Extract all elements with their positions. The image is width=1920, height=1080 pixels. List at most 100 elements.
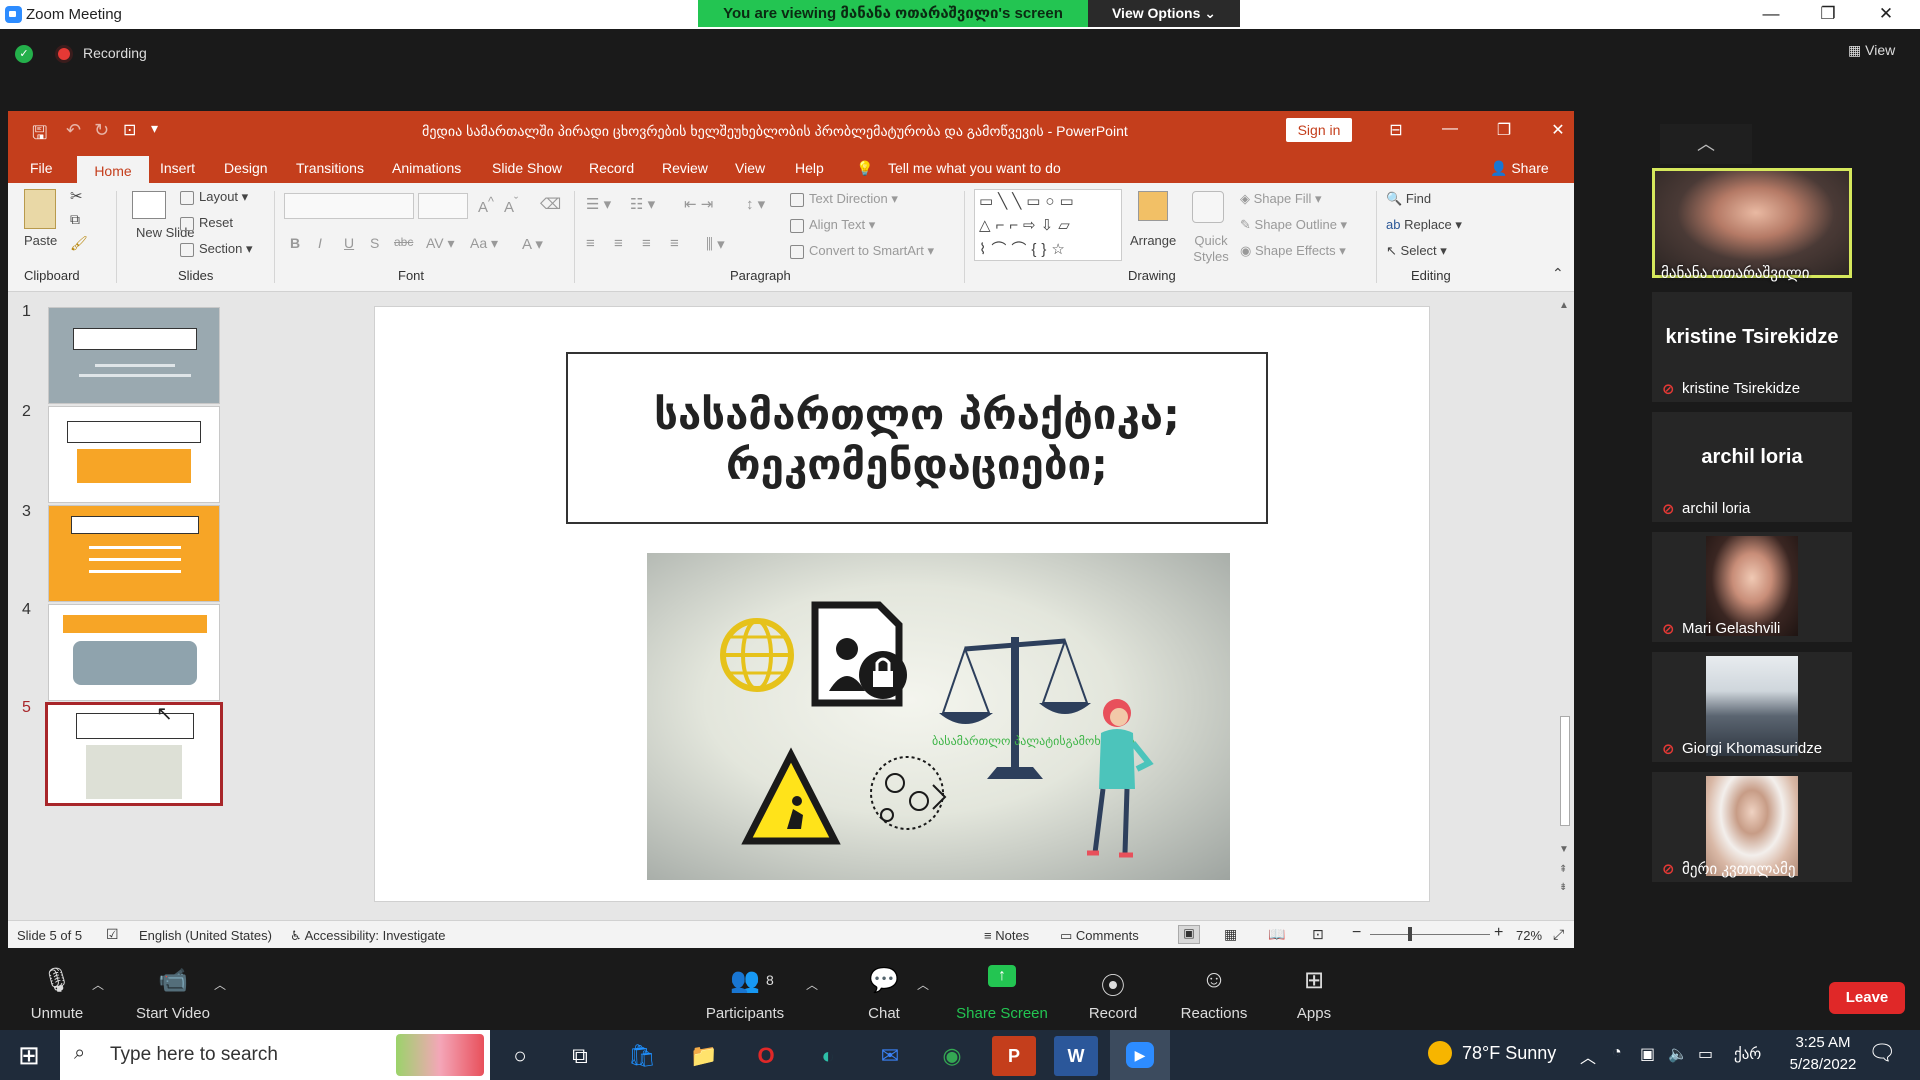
- tell-me-search[interactable]: Tell me what you want to do: [888, 160, 1061, 176]
- align-right-icon[interactable]: ≡: [642, 235, 651, 252]
- reset-button[interactable]: Reset: [180, 215, 233, 231]
- view-options-button[interactable]: View Options ⌄: [1088, 0, 1240, 27]
- select-button[interactable]: ↖ Select ▾: [1386, 243, 1447, 259]
- share-screen-button[interactable]: ↑ Share Screen: [947, 948, 1057, 1030]
- arrange-button[interactable]: Arrange: [1130, 233, 1176, 248]
- zoom-in-icon[interactable]: +: [1494, 924, 1503, 942]
- weather-text[interactable]: 78°F Sunny: [1462, 1043, 1556, 1064]
- shapes-gallery[interactable]: ▭╲╲▭○▭ △⌐⌐⇨⇩▱ ⌇⌒⌒{}☆: [974, 189, 1122, 261]
- slide-image[interactable]: ბასამართლო პალატისგამოხმარნა: [647, 553, 1230, 880]
- chat-chevron-icon[interactable]: ︿: [917, 976, 929, 993]
- underline-icon[interactable]: U: [344, 235, 354, 251]
- word-icon[interactable]: W: [1054, 1036, 1098, 1076]
- copy-icon[interactable]: ⧉: [70, 211, 80, 228]
- slide-title-box[interactable]: სასამართლო პრაქტიკა; რეკომენდაციები;: [566, 352, 1268, 524]
- vertical-scrollbar[interactable]: ▲ ▼ ⇞ ⇟: [1558, 296, 1572, 916]
- opera-icon[interactable]: O: [744, 1036, 788, 1076]
- video-options-chevron-icon[interactable]: ︿: [214, 976, 226, 993]
- fit-slide-icon[interactable]: ⤢: [1553, 926, 1564, 943]
- record-button[interactable]: ⦿ Record: [1058, 948, 1168, 1030]
- normal-view-icon[interactable]: ▣: [1178, 925, 1200, 944]
- accessibility-button[interactable]: ♿ Accessibility: Investigate: [290, 928, 445, 944]
- line-spacing-icon[interactable]: ↕ ▾: [746, 195, 765, 213]
- tray-chevron-icon[interactable]: ︿: [1580, 1044, 1596, 1068]
- undo-icon[interactable]: ↶: [66, 120, 81, 141]
- font-color-icon[interactable]: A ▾: [522, 235, 543, 253]
- paste-icon[interactable]: [24, 189, 56, 229]
- customize-qat-icon[interactable]: ▾: [151, 120, 158, 137]
- text-direction-button[interactable]: Text Direction ▾: [790, 191, 898, 207]
- audio-options-chevron-icon[interactable]: ︿: [92, 976, 104, 993]
- font-size-combo[interactable]: [418, 193, 468, 219]
- next-slide-icon[interactable]: ⇟: [1559, 882, 1567, 893]
- participants-chevron-icon[interactable]: ︿: [806, 976, 818, 993]
- network-icon[interactable]: ◔: [1612, 1044, 1622, 1062]
- clock-time[interactable]: 3:25 AM: [1778, 1034, 1868, 1051]
- windows-start-icon[interactable]: ⊞: [18, 1040, 40, 1071]
- slide-thumbnail-4[interactable]: [48, 604, 220, 701]
- restore-button[interactable]: ❐: [1808, 2, 1848, 26]
- scroll-thumb[interactable]: [1560, 716, 1570, 826]
- paste-button[interactable]: Paste: [24, 233, 57, 248]
- participant-tile-active[interactable]: მანანა ოთარაშვილი: [1652, 168, 1852, 282]
- slide-thumbnail-5[interactable]: [45, 702, 223, 806]
- save-icon[interactable]: 🖫: [32, 121, 47, 151]
- increase-font-icon[interactable]: A^: [478, 195, 494, 216]
- close-button[interactable]: ✕: [1866, 2, 1906, 26]
- collapse-ribbon-icon[interactable]: ⌃: [1552, 265, 1564, 282]
- participant-tile[interactable]: kristine Tsirekidze ⊘ kristine Tsirekidz…: [1652, 292, 1852, 402]
- reading-view-icon[interactable]: 📖: [1268, 926, 1285, 943]
- present-icon[interactable]: ⊡: [123, 120, 136, 140]
- tab-record[interactable]: Record: [589, 160, 634, 176]
- convert-smartart-button[interactable]: Convert to SmartArt ▾: [790, 243, 934, 259]
- zoom-level[interactable]: 72%: [1516, 928, 1542, 943]
- mail-icon[interactable]: ✉: [868, 1036, 912, 1076]
- participant-tile[interactable]: ⊘ Mari Gelashvili: [1652, 532, 1852, 642]
- gallery-scroll-up-button[interactable]: ︿: [1660, 124, 1752, 164]
- numbering-icon[interactable]: ☷ ▾: [630, 195, 655, 213]
- format-painter-icon[interactable]: 🖌: [70, 235, 88, 252]
- zoom-out-icon[interactable]: −: [1352, 924, 1361, 942]
- reactions-button[interactable]: ☺ Reactions: [1159, 948, 1269, 1030]
- change-case-icon[interactable]: Aa ▾: [470, 235, 498, 252]
- zoom-slider[interactable]: [1370, 934, 1490, 935]
- align-left-icon[interactable]: ≡: [586, 235, 595, 252]
- zoom-slider-thumb[interactable]: [1408, 927, 1412, 941]
- bold-icon[interactable]: B: [290, 235, 300, 251]
- leave-button[interactable]: Leave: [1829, 982, 1905, 1014]
- participant-tile[interactable]: archil loria ⊘ archil loria: [1652, 412, 1852, 522]
- tab-help[interactable]: Help: [795, 160, 824, 176]
- find-button[interactable]: 🔍 Find: [1386, 191, 1431, 207]
- layout-button[interactable]: Layout ▾: [180, 189, 248, 205]
- weather-sun-icon[interactable]: [1428, 1041, 1452, 1065]
- notifications-icon[interactable]: 🗨: [1868, 1040, 1896, 1066]
- tab-review[interactable]: Review: [662, 160, 708, 176]
- participants-button[interactable]: 👥 8 Participants: [690, 948, 800, 1030]
- spelling-icon[interactable]: ☑: [106, 926, 119, 943]
- ppt-close-button[interactable]: ✕: [1538, 120, 1574, 140]
- sign-in-button[interactable]: Sign in: [1286, 118, 1352, 142]
- shape-outline-button[interactable]: ✎ Shape Outline ▾: [1240, 217, 1347, 233]
- columns-icon[interactable]: ⫼ ▾: [706, 235, 725, 253]
- battery-icon[interactable]: ▭: [1698, 1044, 1713, 1064]
- slide-sorter-icon[interactable]: ▦: [1224, 926, 1237, 943]
- ribbon-display-icon[interactable]: ⊟: [1376, 120, 1416, 140]
- notes-button[interactable]: ≡ Notes: [984, 928, 1029, 943]
- clock-date[interactable]: 5/28/2022: [1778, 1056, 1868, 1073]
- shape-effects-button[interactable]: ◉ Shape Effects ▾: [1240, 243, 1346, 259]
- slide-thumbnail-3[interactable]: [48, 505, 220, 602]
- volume-icon[interactable]: 🔈: [1668, 1044, 1688, 1064]
- italic-icon[interactable]: I: [318, 235, 322, 251]
- tab-file[interactable]: File: [30, 160, 53, 176]
- redo-icon[interactable]: ↻: [94, 120, 109, 141]
- align-text-button[interactable]: Align Text ▾: [790, 217, 875, 233]
- slide-thumbnail-1[interactable]: [48, 307, 220, 404]
- zoom-app-active[interactable]: ▶: [1110, 1030, 1170, 1080]
- language-indicator[interactable]: ქარ: [1734, 1045, 1761, 1063]
- decrease-font-icon[interactable]: Aˇ: [504, 195, 518, 216]
- shadow-icon[interactable]: S: [370, 235, 379, 251]
- prev-slide-icon[interactable]: ⇞: [1559, 864, 1567, 875]
- file-explorer-icon[interactable]: 📁: [682, 1036, 726, 1076]
- align-center-icon[interactable]: ≡: [614, 235, 623, 252]
- section-button[interactable]: Section ▾: [180, 241, 253, 257]
